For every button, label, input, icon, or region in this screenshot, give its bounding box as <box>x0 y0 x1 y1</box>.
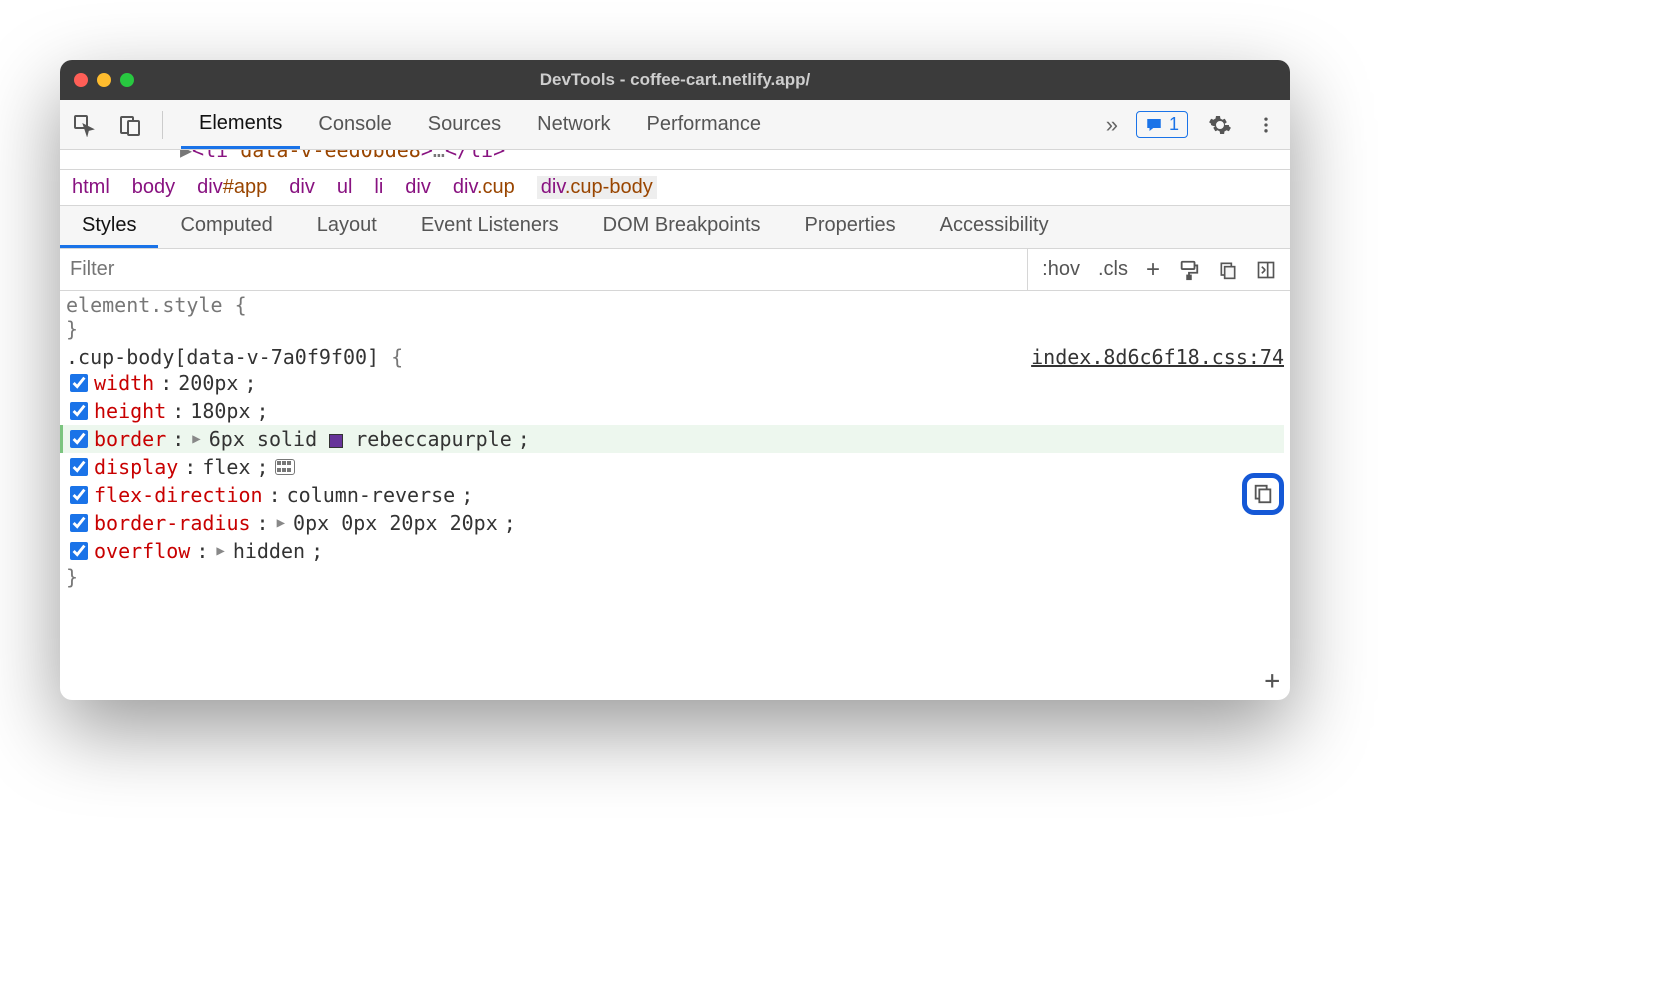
divider <box>162 111 163 139</box>
tab-sources[interactable]: Sources <box>410 100 519 149</box>
property-name[interactable]: overflow <box>94 539 190 563</box>
toggle-width[interactable] <box>70 374 88 392</box>
property-name[interactable]: height <box>94 399 166 423</box>
declaration-flex-direction[interactable]: flex-direction: column-reverse; <box>66 481 1284 509</box>
inspect-element-icon[interactable] <box>70 111 98 139</box>
copy-declaration-button[interactable] <box>1242 473 1284 515</box>
declaration-border[interactable]: border: ▶6px solid rebeccapurple; <box>60 425 1284 453</box>
toggle-border[interactable] <box>70 430 88 448</box>
styles-filter-actions: :hov .cls + <box>1027 249 1290 290</box>
crumb-div-cup-body[interactable]: div.cup-body <box>537 176 657 199</box>
toggle-height[interactable] <box>70 402 88 420</box>
property-name[interactable]: width <box>94 371 154 395</box>
computed-panel-toggle-icon[interactable] <box>1256 260 1276 280</box>
more-tabs-button[interactable]: » <box>1106 112 1118 138</box>
crumb-ul[interactable]: ul <box>337 176 353 199</box>
dom-breadcrumbs: html body div#app div ul li div div.cup … <box>60 170 1290 206</box>
property-name[interactable]: flex-direction <box>94 483 263 507</box>
subtab-computed[interactable]: Computed <box>158 206 294 248</box>
titlebar: DevTools - coffee-cart.netlify.app/ <box>60 60 1290 100</box>
issues-badge[interactable]: 1 <box>1136 111 1188 138</box>
expand-icon[interactable]: ▶ <box>214 543 226 559</box>
styles-pane: element.style { } index.8d6c6f18.css:74 … <box>60 291 1290 700</box>
crumb-div[interactable]: div <box>289 176 315 199</box>
property-value[interactable]: 6px solid rebeccapurple <box>209 427 512 451</box>
source-link[interactable]: index.8d6c6f18.css:74 <box>1031 345 1284 369</box>
issues-count: 1 <box>1169 114 1179 135</box>
property-value[interactable]: 0px 0px 20px 20px <box>293 511 498 535</box>
main-toolbar: Elements Console Sources Network Perform… <box>60 100 1290 150</box>
crumb-li[interactable]: li <box>374 176 383 199</box>
element-style-rule[interactable]: element.style { } <box>66 293 1284 341</box>
dom-tree-fragment: ▶<li data-v-eed0bde8>…</li> <box>60 150 1290 170</box>
subtab-layout[interactable]: Layout <box>295 206 399 248</box>
subtab-styles[interactable]: Styles <box>60 206 158 248</box>
declaration-border-radius[interactable]: border-radius: ▶0px 0px 20px 20px; <box>66 509 1284 537</box>
hover-state-toggle[interactable]: :hov <box>1042 258 1080 281</box>
property-value[interactable]: flex <box>202 455 250 479</box>
chat-icon <box>1145 116 1163 134</box>
kebab-menu-icon[interactable] <box>1252 111 1280 139</box>
toggle-flex-direction[interactable] <box>70 486 88 504</box>
property-name[interactable]: border-radius <box>94 511 251 535</box>
crumb-body[interactable]: body <box>132 176 175 199</box>
property-name[interactable]: display <box>94 455 178 479</box>
flex-editor-icon[interactable] <box>275 459 295 475</box>
tab-elements[interactable]: Elements <box>181 100 300 149</box>
panel-tabs: Elements Console Sources Network Perform… <box>181 100 779 149</box>
window-title: DevTools - coffee-cart.netlify.app/ <box>60 70 1290 90</box>
toggle-overflow[interactable] <box>70 542 88 560</box>
property-value[interactable]: column-reverse <box>287 483 456 507</box>
crumb-div-cup[interactable]: div.cup <box>453 176 515 199</box>
tab-console[interactable]: Console <box>300 100 409 149</box>
new-style-rule-button[interactable]: + <box>1146 256 1160 284</box>
paint-icon[interactable] <box>1178 259 1200 281</box>
tab-network[interactable]: Network <box>519 100 628 149</box>
property-value[interactable]: hidden <box>233 539 305 563</box>
styles-filter-bar: :hov .cls + <box>60 249 1290 291</box>
toggle-border-radius[interactable] <box>70 514 88 532</box>
styles-filter-input[interactable] <box>60 254 1027 285</box>
styles-subtabs: Styles Computed Layout Event Listeners D… <box>60 206 1290 249</box>
devtools-window: DevTools - coffee-cart.netlify.app/ Elem… <box>60 60 1290 700</box>
declaration-height[interactable]: height: 180px; <box>66 397 1284 425</box>
copy-icon[interactable] <box>1218 260 1238 280</box>
tab-performance[interactable]: Performance <box>629 100 780 149</box>
settings-icon[interactable] <box>1206 111 1234 139</box>
subtab-event-listeners[interactable]: Event Listeners <box>399 206 581 248</box>
color-swatch[interactable] <box>329 434 343 448</box>
declaration-overflow[interactable]: overflow: ▶hidden; <box>66 537 1284 565</box>
subtab-accessibility[interactable]: Accessibility <box>918 206 1071 248</box>
device-toggle-icon[interactable] <box>116 111 144 139</box>
subtab-dom-breakpoints[interactable]: DOM Breakpoints <box>581 206 783 248</box>
property-value[interactable]: 200px <box>178 371 238 395</box>
property-name[interactable]: border <box>94 427 166 451</box>
toggle-display[interactable] <box>70 458 88 476</box>
crumb-html[interactable]: html <box>72 176 110 199</box>
declaration-width[interactable]: width: 200px; <box>66 369 1284 397</box>
expand-icon[interactable]: ▶ <box>190 431 202 447</box>
declaration-display[interactable]: display: flex; <box>66 453 1284 481</box>
add-declaration-button[interactable]: + <box>1264 666 1280 696</box>
crumb-div-app[interactable]: div#app <box>197 176 267 199</box>
property-value[interactable]: 180px <box>190 399 250 423</box>
crumb-div2[interactable]: div <box>405 176 431 199</box>
subtab-properties[interactable]: Properties <box>783 206 918 248</box>
class-toggle[interactable]: .cls <box>1098 258 1128 281</box>
cup-body-rule[interactable]: index.8d6c6f18.css:74 .cup-body[data-v-7… <box>66 345 1284 589</box>
expand-icon[interactable]: ▶ <box>275 515 287 531</box>
